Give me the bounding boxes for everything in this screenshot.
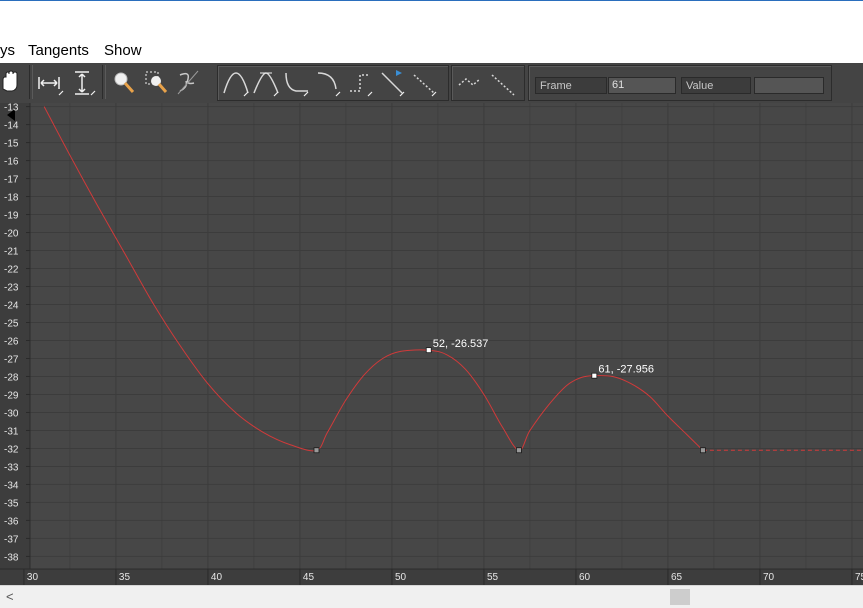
value-label: Value [681,77,751,94]
key[interactable] [700,447,706,454]
key-selected[interactable] [591,372,598,379]
key-selected[interactable] [425,347,432,354]
toolbar-separator [102,65,106,99]
y-tick-label: -20 [4,229,19,240]
y-tick-label: -35 [4,498,19,509]
menu-bar: ys Tangents Show [0,36,863,63]
key[interactable] [516,447,522,454]
key-info-fields: Frame 61 Value [530,67,830,97]
tangent-fast-icon[interactable] [282,67,310,97]
y-tick-label: -15 [4,139,19,150]
y-tick-label: -16 [4,157,19,168]
isolate-curve-icon[interactable] [174,67,202,97]
scroll-thumb[interactable] [670,589,690,605]
y-tick-label: -30 [4,408,19,419]
y-tick-label: -37 [4,534,19,545]
zoom-icon[interactable] [110,67,138,97]
x-tick-label: 60 [579,572,591,583]
tangent-smooth-icon[interactable] [410,67,438,97]
menu-show[interactable]: Show [104,42,142,59]
y-tick-label: -34 [4,480,19,491]
x-tick-label: 70 [763,572,775,583]
y-tick-label: -22 [4,265,19,276]
fit-horizontal-icon[interactable] [36,67,64,97]
show-all-tangents-icon[interactable] [488,67,516,97]
y-tick-label: -36 [4,516,19,527]
window-titlebar [0,0,863,36]
x-tick-label: 35 [119,572,131,583]
y-tick-label: -32 [4,444,19,455]
curve-graph[interactable]: -13 -14 -15 -16 -17 -18 -19 -20 -21 -22 -23 -24 -25 -… [0,103,863,585]
graph-background [0,103,863,585]
tangent-auto-icon[interactable] [222,67,250,97]
key-value-label: 61, -27.956 [598,364,654,376]
y-tick-label: -29 [4,390,19,401]
menu-keys[interactable]: ys [0,42,15,59]
frame-input[interactable]: 61 [608,77,676,94]
pan-hand-icon[interactable] [0,67,28,97]
x-tick-label: 50 [395,572,407,583]
tangent-custom-icon[interactable] [252,67,280,97]
y-tick-label: -13 [4,103,19,114]
y-tick-label: -31 [4,426,19,437]
y-tick-label: -25 [4,319,19,330]
y-tick-label: -17 [4,175,19,186]
fit-vertical-icon[interactable] [68,67,96,97]
menu-tangents[interactable]: Tangents [28,42,89,59]
tangent-linear-icon[interactable] [378,67,406,97]
x-tick-label: 75 [855,572,863,583]
show-keys-icon[interactable] [456,67,484,97]
x-tick-label: 40 [211,572,223,583]
y-tick-label: -38 [4,552,19,563]
x-tick-label: 65 [671,572,683,583]
x-tick-label: 45 [303,572,315,583]
value-input[interactable] [754,77,824,94]
key[interactable] [313,447,320,454]
x-tick-label: 30 [27,572,39,583]
y-tick-label: -26 [4,336,19,347]
y-tick-label: -21 [4,247,19,258]
y-tick-label: -14 [4,121,19,132]
tangent-slow-icon[interactable] [314,67,342,97]
y-tick-label: -18 [4,193,19,204]
y-tick-label: -19 [4,211,19,222]
y-tick-label: -24 [4,301,19,312]
y-tick-label: -27 [4,354,19,365]
key-value-label: 52, -26.537 [433,338,489,350]
scroll-left-arrow[interactable]: < [6,589,14,604]
y-tick-label: -28 [4,372,19,383]
toolbar-separator [29,65,33,99]
zoom-region-icon[interactable] [142,67,170,97]
x-tick-label: 55 [487,572,499,583]
tangent-step-icon[interactable] [346,67,374,97]
frame-label: Frame [535,77,607,94]
y-tick-label: -23 [4,283,19,294]
horizontal-scrollbar[interactable]: < [0,585,863,608]
y-tick-label: -33 [4,462,19,473]
